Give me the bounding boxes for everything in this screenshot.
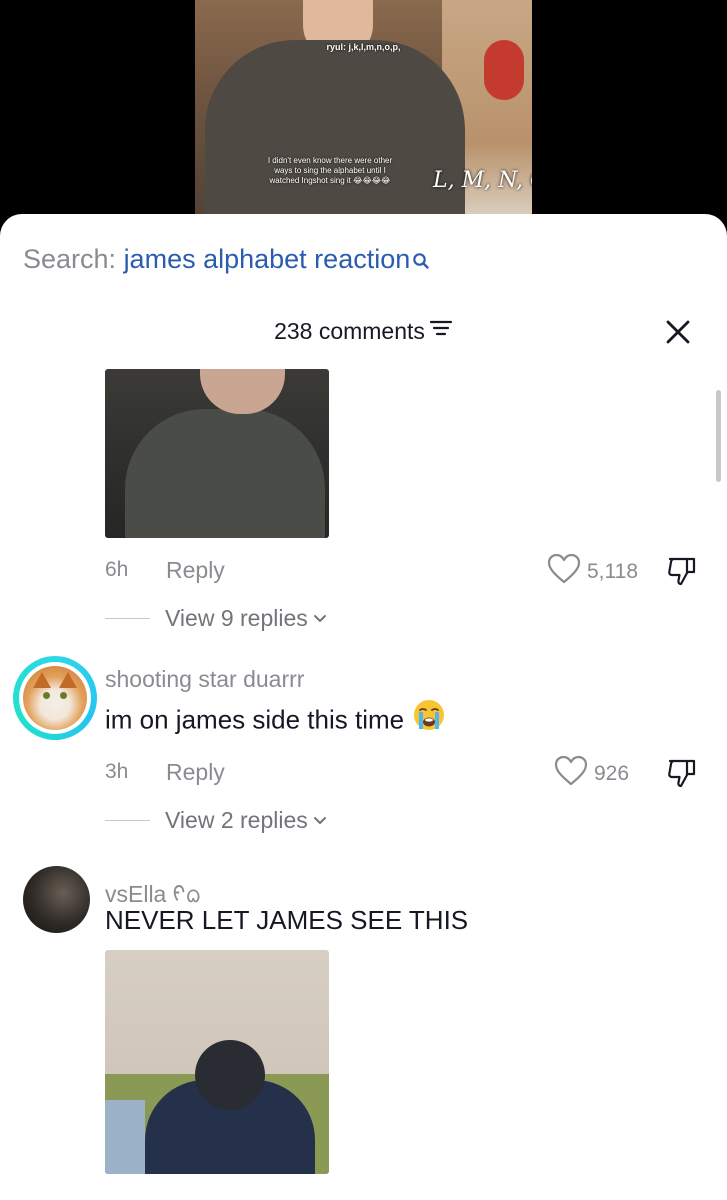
comment-text: NEVER LET JAMES SEE THIS	[105, 905, 469, 935]
view-replies-button[interactable]: View 9 replies	[105, 605, 327, 632]
video-subtitle: L, M, N, O,	[433, 168, 532, 193]
comment-image[interactable]	[105, 950, 329, 1174]
sort-icon[interactable]	[429, 317, 453, 344]
crying-face-emoji	[412, 698, 446, 739]
close-icon[interactable]	[662, 316, 694, 348]
comments-sheet: Search: james alphabet reaction 238 comm…	[0, 214, 727, 1200]
comment-time: 6h	[105, 558, 129, 581]
comment-username[interactable]: shooting star duarrr	[105, 666, 304, 693]
view-replies-label: View 2 replies	[165, 807, 308, 833]
heart-icon	[547, 553, 581, 590]
image-person-sweater	[125, 409, 325, 538]
cat-ear	[33, 672, 51, 688]
username-text: vsElla	[105, 881, 167, 907]
chevron-down-icon	[313, 611, 327, 629]
scrollbar[interactable]	[716, 390, 721, 482]
dislike-icon[interactable]	[666, 555, 698, 592]
video-person-sweater	[205, 40, 465, 240]
search-icon	[412, 246, 430, 277]
cat-eye	[43, 692, 50, 699]
heart-icon	[554, 755, 588, 792]
image-person-head	[195, 1040, 265, 1110]
video-caption-top: ryul: j,k,l,m,n,o,p,	[326, 42, 401, 52]
avatar[interactable]	[19, 662, 91, 734]
cat-ear	[59, 672, 77, 688]
image-person-face	[200, 369, 285, 414]
comment-text-body: im on james side this time	[105, 704, 405, 735]
search-prefix: Search:	[23, 244, 124, 274]
video-player[interactable]: ryul: j,k,l,m,n,o,p, I didn't even know …	[195, 0, 532, 240]
comment-time: 3h	[105, 760, 129, 783]
like-count: 926	[594, 761, 630, 785]
video-caption-overlay: I didn't even know there were other ways…	[267, 156, 393, 185]
like-button[interactable]: 5,118	[547, 553, 638, 590]
view-replies-button[interactable]: View 2 replies	[105, 807, 327, 834]
avatar[interactable]	[23, 866, 90, 933]
reply-button[interactable]: Reply	[166, 759, 225, 786]
comment-image[interactable]	[105, 369, 329, 538]
image-side-person	[105, 1100, 145, 1174]
comments-count: 238 comments	[274, 318, 425, 344]
comment-text: im on james side this time	[105, 700, 446, 739]
replies-divider	[105, 820, 150, 821]
replies-divider	[105, 618, 150, 619]
username-suffix: ᠻᨵ	[172, 881, 202, 907]
like-count: 5,118	[587, 559, 638, 583]
reply-button[interactable]: Reply	[166, 557, 225, 584]
view-replies-label: View 9 replies	[165, 605, 308, 631]
search-query-link[interactable]: james alphabet reaction	[124, 244, 411, 274]
cat-eye	[60, 692, 67, 699]
comments-count-header[interactable]: 238 comments	[0, 318, 727, 345]
like-button[interactable]: 926	[554, 755, 629, 792]
chevron-down-icon	[313, 813, 327, 831]
dislike-icon[interactable]	[666, 757, 698, 794]
search-suggestion[interactable]: Search: james alphabet reaction	[23, 244, 430, 277]
